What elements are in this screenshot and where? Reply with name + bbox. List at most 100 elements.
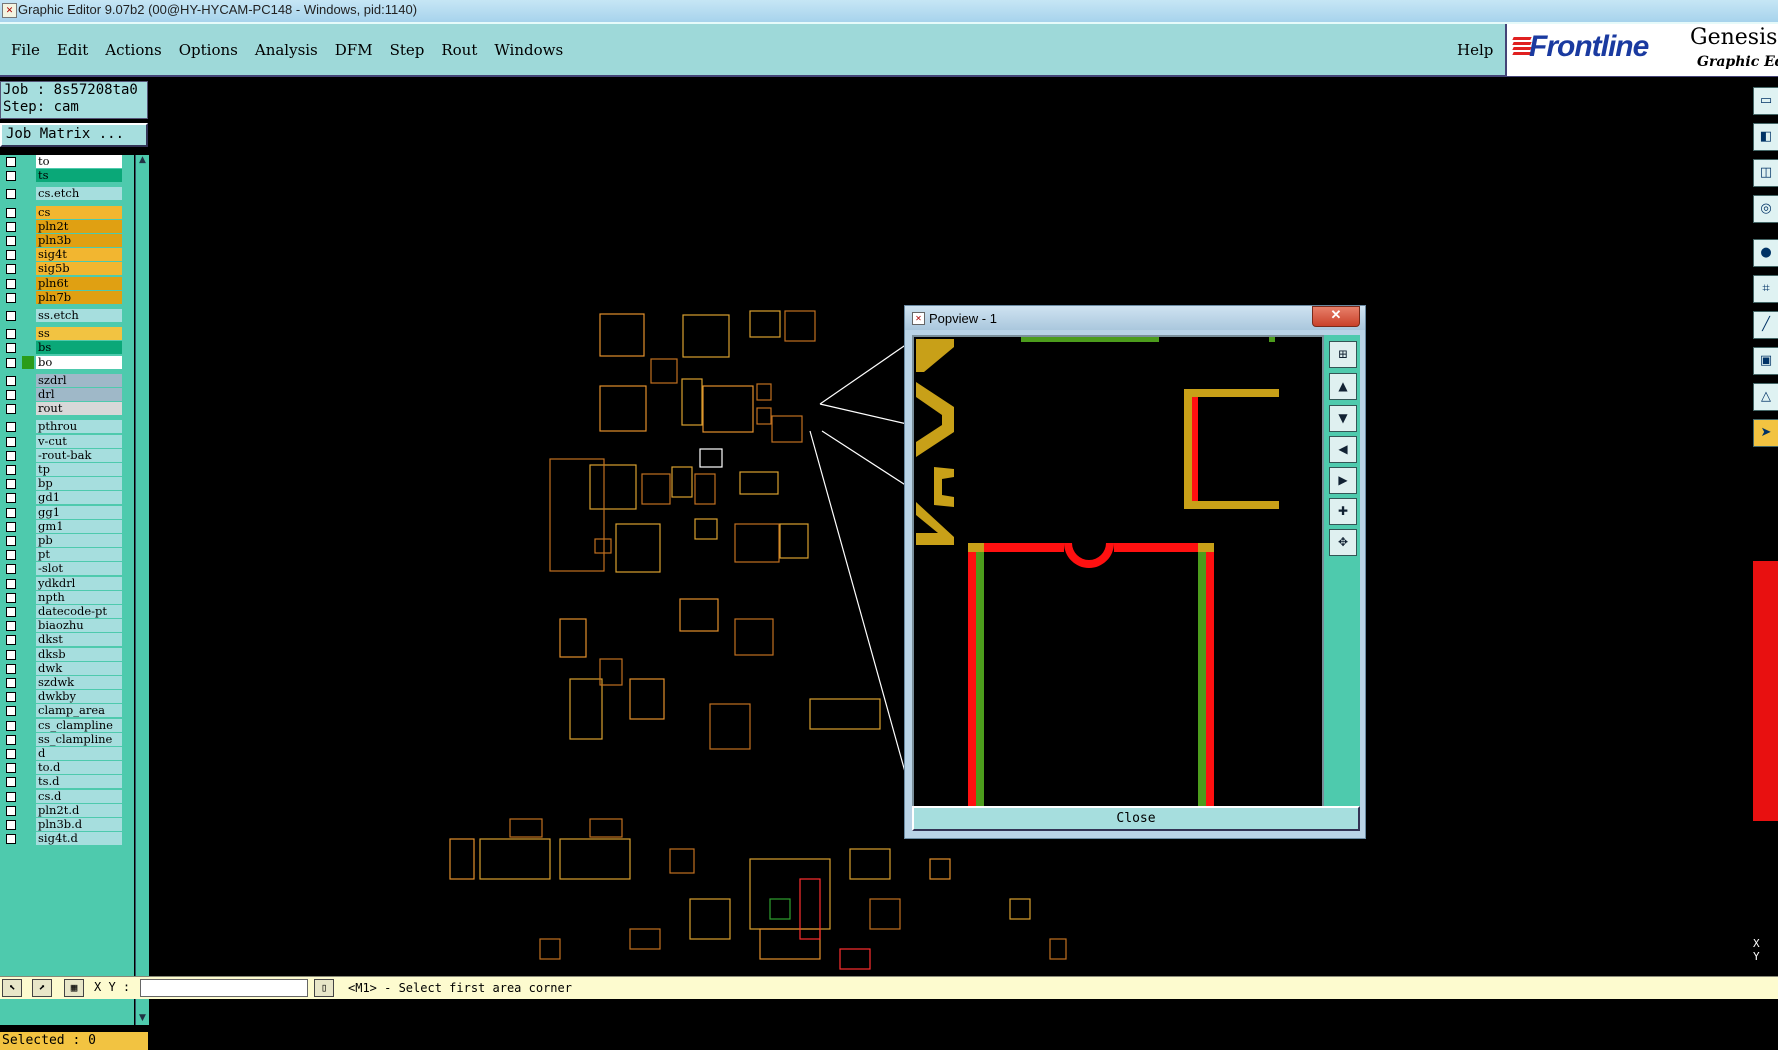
layer-name[interactable]: sig4t.d <box>36 832 122 846</box>
layer-checkbox[interactable] <box>6 550 16 561</box>
layer-row[interactable]: dwk <box>0 661 134 676</box>
layer-row[interactable]: sig4t <box>0 248 134 262</box>
layer-row[interactable]: -rout-bak <box>0 448 134 463</box>
layer-name[interactable]: szdwk <box>36 676 122 689</box>
layer-checkbox[interactable] <box>6 189 16 200</box>
layer-name[interactable]: pb <box>36 534 122 547</box>
layer-row[interactable]: bp <box>0 477 134 491</box>
layer-name[interactable]: datecode-pt <box>36 605 122 618</box>
status-tool-2-icon[interactable]: ⬈ <box>32 979 52 997</box>
layer-checkbox[interactable] <box>6 777 16 788</box>
popview-pan-up-icon[interactable]: ▲ <box>1329 373 1357 400</box>
layer-checkbox[interactable] <box>6 404 16 415</box>
layer-name[interactable]: to <box>36 155 122 168</box>
layer-name[interactable]: sig5b <box>36 262 122 276</box>
layer-row[interactable]: cs.etch <box>0 187 134 201</box>
layer-checkbox[interactable] <box>6 264 16 275</box>
layer-row[interactable]: clamp_area <box>0 704 134 718</box>
layer-name[interactable]: v-cut <box>36 434 122 448</box>
layer-row[interactable]: pln7b <box>0 290 134 305</box>
layer-row[interactable]: tp <box>0 463 134 477</box>
layer-checkbox[interactable] <box>6 791 16 802</box>
menu-actions[interactable]: Actions <box>105 41 161 59</box>
layer-row[interactable]: szdrl <box>0 373 134 388</box>
menu-dfm[interactable]: DFM <box>335 41 373 59</box>
layer-checkbox[interactable] <box>6 536 16 546</box>
layer-name[interactable]: dkst <box>36 633 122 647</box>
layer-checkbox[interactable] <box>6 465 16 475</box>
layer-checkbox[interactable] <box>6 343 16 354</box>
layer-row[interactable]: ss.etch <box>0 309 134 323</box>
toolbar-tool-6-icon[interactable]: ⌗ <box>1753 275 1778 303</box>
layer-row[interactable]: pln6t <box>0 276 134 291</box>
popview-pan-left-icon[interactable]: ◀ <box>1329 436 1357 463</box>
layer-checkbox[interactable] <box>6 734 16 745</box>
layer-name[interactable]: clamp_area <box>36 704 122 718</box>
layer-row[interactable]: v-cut <box>0 434 134 449</box>
layer-name[interactable]: ts <box>36 169 122 183</box>
popview-close-button[interactable]: Close <box>912 806 1360 831</box>
layer-checkbox[interactable] <box>6 635 16 646</box>
layer-checkbox[interactable] <box>6 834 16 845</box>
layer-name[interactable]: ydkdrl <box>36 576 122 590</box>
layer-checkbox[interactable] <box>6 805 16 816</box>
layer-row[interactable]: d <box>0 747 134 761</box>
menu-edit[interactable]: Edit <box>57 41 88 59</box>
layer-name[interactable]: dwkby <box>36 690 122 704</box>
toolbar-tool-9-icon[interactable]: △ <box>1753 383 1778 411</box>
layer-name[interactable]: to.d <box>36 761 122 775</box>
layer-name[interactable]: sig4t <box>36 248 122 262</box>
layer-row[interactable]: dwkby <box>0 690 134 704</box>
status-tool-3-icon[interactable]: ▦ <box>64 979 84 997</box>
layer-name[interactable]: bs <box>36 341 122 355</box>
status-tool-4-icon[interactable]: ▯ <box>314 979 334 997</box>
layer-checkbox[interactable] <box>6 221 16 232</box>
layer-checkbox[interactable] <box>6 450 16 461</box>
layer-checkbox[interactable] <box>6 521 16 532</box>
popview-zoom-out-icon[interactable]: ✥ <box>1329 529 1357 556</box>
layer-row[interactable]: dksb <box>0 647 134 662</box>
layer-checkbox[interactable] <box>6 236 16 246</box>
toolbar-tool-1-icon[interactable]: ▭ <box>1753 87 1778 115</box>
layer-name[interactable]: cs.d <box>36 789 122 803</box>
layer-name[interactable]: cs <box>36 205 122 219</box>
layer-row[interactable]: pb <box>0 534 134 548</box>
layer-row[interactable]: pln2t.d <box>0 803 134 818</box>
layer-checkbox[interactable] <box>6 706 16 717</box>
layer-checkbox[interactable] <box>6 663 16 674</box>
layer-row[interactable]: dkst <box>0 633 134 647</box>
layer-row[interactable]: biaozhu <box>0 619 134 633</box>
layer-name[interactable]: pthrou <box>36 420 122 434</box>
layer-row[interactable]: gd1 <box>0 491 134 505</box>
menu-rout[interactable]: Rout <box>441 41 477 59</box>
layer-name[interactable]: -slot <box>36 562 122 576</box>
layer-name[interactable]: pln2t <box>36 219 122 233</box>
layer-checkbox[interactable] <box>6 479 16 490</box>
status-tool-1-icon[interactable]: ⬉ <box>2 979 22 997</box>
layer-name[interactable]: d <box>36 747 122 760</box>
popview-zoom-home-icon[interactable]: ⊞ <box>1329 341 1357 368</box>
job-matrix-button[interactable]: Job Matrix ... <box>0 123 148 147</box>
scroll-down-icon[interactable]: ▼ <box>137 1013 148 1025</box>
layer-row[interactable]: gg1 <box>0 505 134 520</box>
layer-name[interactable]: gd1 <box>36 491 122 505</box>
layer-row[interactable]: cs.d <box>0 789 134 804</box>
layer-name[interactable]: pt <box>36 548 122 562</box>
layer-row[interactable]: ss_clampline <box>0 732 134 747</box>
layer-name[interactable]: gg1 <box>36 505 122 519</box>
layer-checkbox[interactable] <box>6 720 16 731</box>
layer-checkbox[interactable] <box>6 507 16 518</box>
toolbar-tool-7-icon[interactable]: ╱ <box>1753 311 1778 339</box>
layer-row[interactable]: npth <box>0 590 134 605</box>
menu-help[interactable]: Help <box>1457 41 1493 59</box>
layer-checkbox[interactable] <box>6 436 16 447</box>
layer-row[interactable]: pthrou <box>0 420 134 434</box>
layer-checkbox[interactable] <box>6 422 16 433</box>
toolbar-tool-5-icon[interactable]: ● <box>1753 239 1778 267</box>
layer-name[interactable]: dksb <box>36 647 122 661</box>
layer-name[interactable]: cs.etch <box>36 187 122 201</box>
layer-row[interactable]: to.d <box>0 761 134 775</box>
layer-checkbox[interactable] <box>6 311 16 321</box>
layer-checkbox[interactable] <box>6 278 16 289</box>
layer-name[interactable]: biaozhu <box>36 619 122 633</box>
